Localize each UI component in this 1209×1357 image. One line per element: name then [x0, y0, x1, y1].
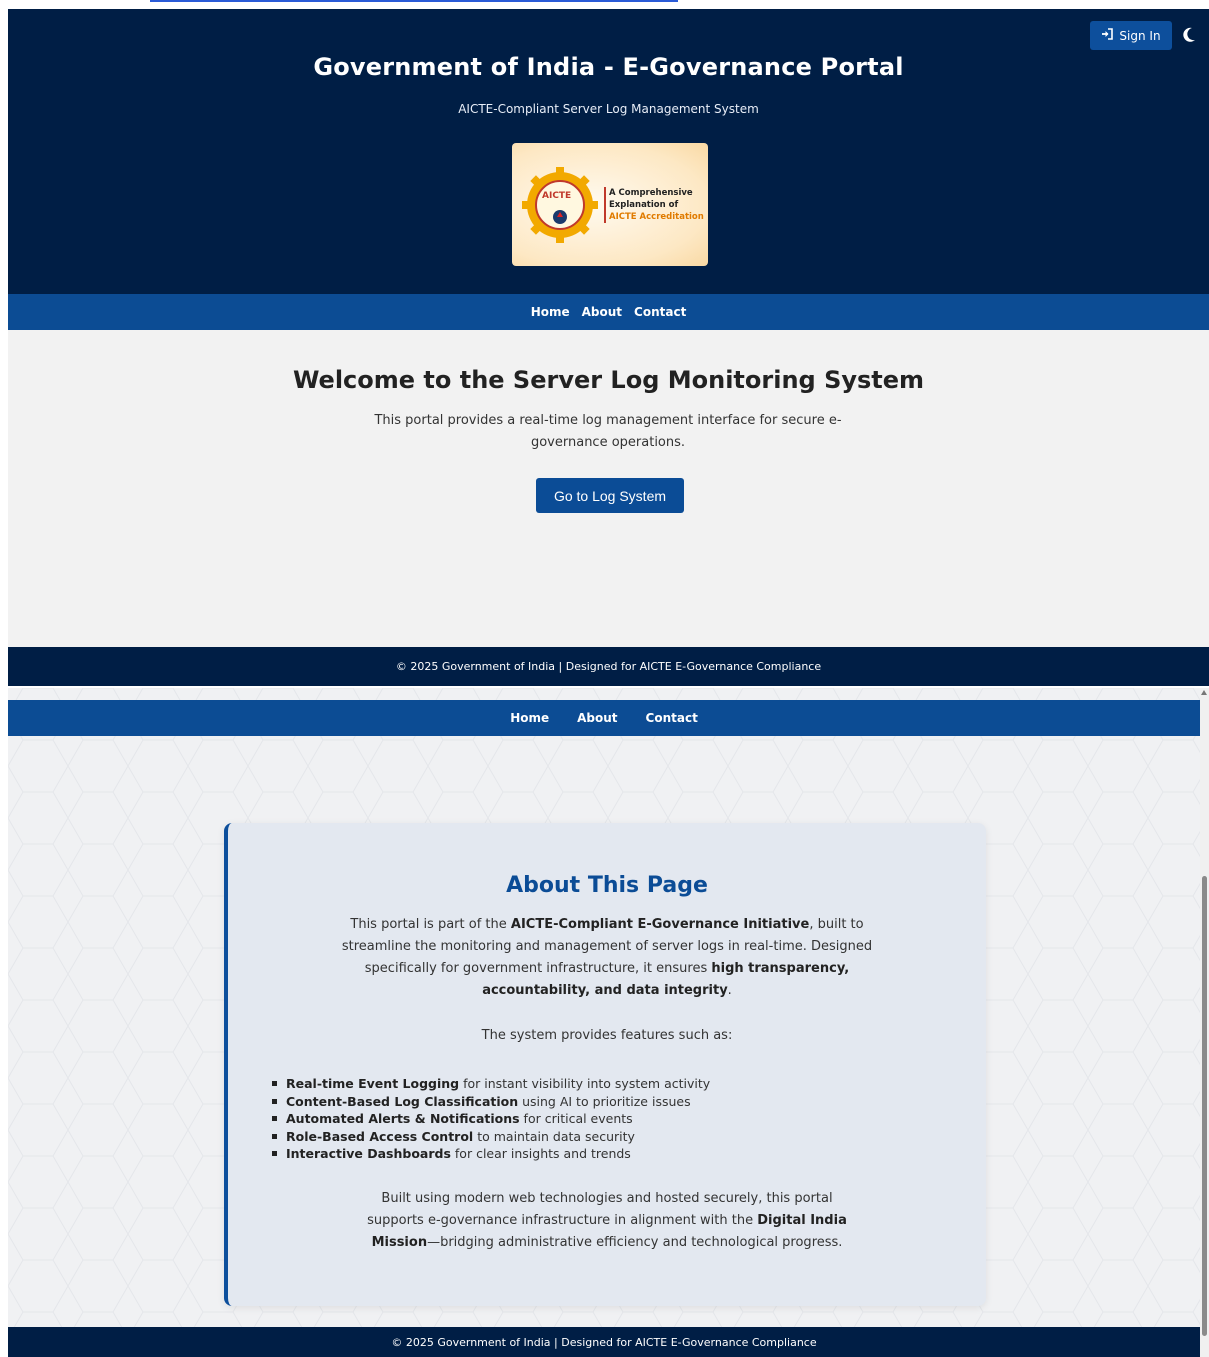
- logo-caption: A Comprehensive Explanation of AICTE Acc…: [609, 187, 704, 223]
- feature-name: Interactive Dashboards: [286, 1146, 451, 1161]
- top-link-underline: [150, 0, 678, 2]
- logo-badge: AICTE: [542, 191, 572, 201]
- list-item: Automated Alerts & Notifications for cri…: [272, 1110, 710, 1128]
- feature-list: Real-time Event Logging for instant visi…: [272, 1075, 710, 1163]
- about-screen: Home About Contact About This Page This …: [8, 688, 1200, 1357]
- nav-contact[interactable]: Contact: [634, 305, 686, 319]
- main-nav: Home About Contact: [8, 294, 1209, 330]
- nav-home[interactable]: Home: [510, 711, 549, 725]
- feature-desc: for clear insights and trends: [450, 1146, 631, 1161]
- feature-desc: for critical events: [519, 1111, 633, 1126]
- feature-desc: using AI to prioritize issues: [518, 1093, 691, 1109]
- about-p1-bold-initiative: AICTE-Compliant E-Governance Initiative: [510, 917, 810, 932]
- feature-name: Role-Based Access Control: [286, 1128, 474, 1144]
- page-scrollbar[interactable]: [1200, 688, 1209, 1357]
- nav-contact[interactable]: Contact: [646, 711, 698, 725]
- sign-in-icon: [1101, 28, 1114, 43]
- feature-name: Automated Alerts & Notifications: [286, 1111, 520, 1126]
- about-title: About This Page: [506, 873, 708, 898]
- list-item: Real-time Event Logging for instant visi…: [272, 1075, 710, 1093]
- nav-about[interactable]: About: [577, 711, 617, 725]
- site-title: Government of India - E-Governance Porta…: [313, 53, 904, 81]
- welcome-text: This portal provides a real-time log man…: [374, 413, 842, 450]
- home-screen: Government of India - E-Governance Porta…: [8, 9, 1209, 686]
- feature-name: Real-time Event Logging: [286, 1076, 460, 1091]
- sign-in-label: Sign In: [1119, 28, 1161, 43]
- about-p3-text-c: —bridging administrative efficiency and …: [427, 1235, 843, 1250]
- scroll-thumb[interactable]: [1202, 876, 1207, 1336]
- welcome-title: Welcome to the Server Log Monitoring Sys…: [292, 366, 925, 394]
- scroll-up-icon[interactable]: [1201, 690, 1207, 695]
- go-to-log-system-button[interactable]: Go to Log System: [536, 478, 684, 513]
- list-item: Interactive Dashboards for clear insight…: [272, 1145, 710, 1163]
- logo-divider: [604, 187, 606, 223]
- aicte-gear-emblem: [522, 167, 598, 243]
- list-item: Role-Based Access Control to maintain da…: [272, 1128, 710, 1146]
- logo-line-3: AICTE Accreditation: [609, 212, 704, 222]
- feature-desc: to maintain data security: [473, 1128, 635, 1144]
- nav-home[interactable]: Home: [531, 305, 570, 319]
- site-subtitle: AICTE-Compliant Server Log Management Sy…: [458, 102, 759, 116]
- site-header: Government of India - E-Governance Porta…: [8, 9, 1209, 294]
- site-footer: © 2025 Government of India | Designed fo…: [8, 647, 1209, 686]
- about-paragraph-3: Built using modern web technologies and …: [354, 1188, 860, 1254]
- aicte-logo: AICTE A Comprehensive Explanation of AIC…: [512, 143, 708, 266]
- feature-desc: for instant visibility into system activ…: [459, 1076, 711, 1091]
- about-nav: Home About Contact: [8, 700, 1200, 736]
- feature-name: Content-Based Log Classification: [286, 1093, 519, 1109]
- moon-icon[interactable]: [1178, 24, 1200, 46]
- nav-about[interactable]: About: [582, 305, 622, 319]
- about-paragraph-2: The system provides features such as:: [481, 1028, 733, 1043]
- sign-in-button[interactable]: Sign In: [1090, 21, 1172, 50]
- site-footer: © 2025 Government of India | Designed fo…: [8, 1327, 1200, 1357]
- about-p1-text-a: This portal is part of the: [350, 917, 511, 932]
- about-p1-text-e: .: [727, 983, 732, 998]
- about-paragraph-1: This portal is part of the AICTE-Complia…: [334, 914, 880, 1002]
- list-item: Content-Based Log Classification using A…: [272, 1093, 710, 1111]
- logo-line-1: A Comprehensive: [609, 188, 693, 198]
- about-card: About This Page This portal is part of t…: [224, 823, 986, 1306]
- logo-line-2: Explanation of: [609, 200, 679, 210]
